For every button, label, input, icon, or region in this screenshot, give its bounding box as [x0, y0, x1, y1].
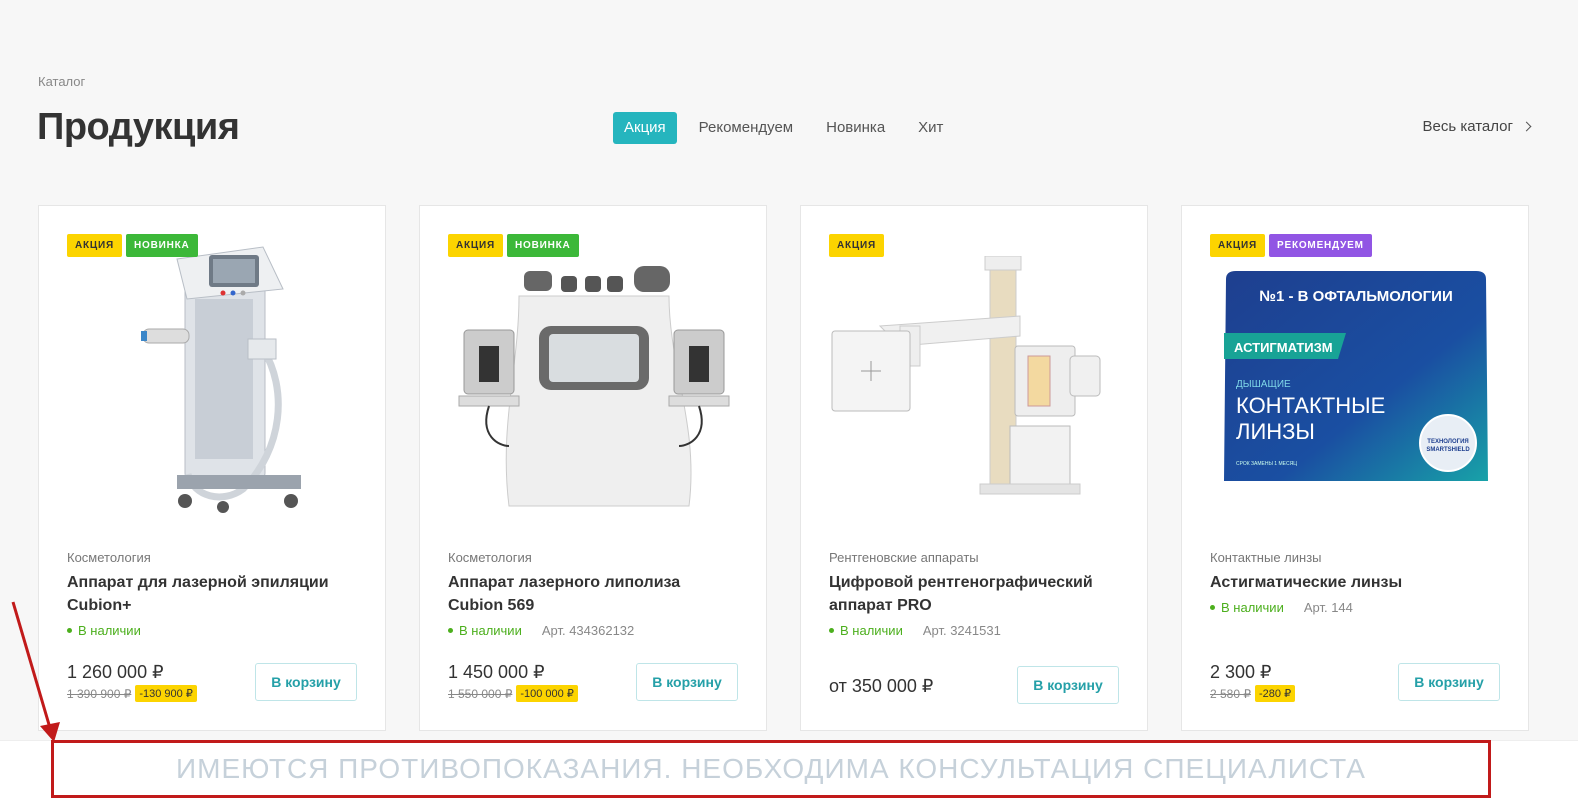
badge-new: Новинка	[126, 234, 198, 257]
stock-status: В наличии	[448, 623, 522, 638]
badge-sale: Акция	[1210, 234, 1266, 257]
stock-dot-icon	[448, 628, 453, 633]
box-small-text: ДЫШАЩИЕ	[1236, 379, 1291, 390]
add-to-cart-button[interactable]: В корзину	[636, 663, 738, 701]
discount-badge: -100 000 ₽	[516, 685, 578, 702]
stock-dot-icon	[67, 628, 72, 633]
tab-sale[interactable]: Акция	[613, 112, 677, 144]
product-card[interactable]: Акция Рекомендуем №1 - В ОФТАЛЬМОЛОГИИ А…	[1181, 205, 1529, 731]
old-price: 1 390 900 ₽	[67, 686, 132, 701]
tab-hit[interactable]: Хит	[907, 112, 954, 144]
product-image[interactable]	[821, 236, 1129, 526]
chevron-right-icon	[1521, 121, 1532, 132]
add-to-cart-button[interactable]: В корзину	[1398, 663, 1500, 701]
badge-group: Акция	[829, 234, 885, 257]
tab-recommended[interactable]: Рекомендуем	[688, 112, 804, 144]
old-price: 1 550 000 ₽	[448, 686, 513, 701]
stock-label: В наличии	[840, 623, 903, 638]
product-title[interactable]: Цифровой рентгенографический аппарат PRO	[829, 571, 1119, 617]
product-category: Рентгеновские аппараты	[829, 550, 979, 565]
page-title: Продукция	[37, 106, 240, 148]
stock-row: В наличии Арт. 144	[1210, 600, 1353, 615]
all-catalog-link[interactable]: Весь каталог	[1422, 118, 1532, 135]
product-price: 1 260 000 ₽	[67, 662, 164, 682]
stock-dot-icon	[1210, 605, 1215, 610]
badge-sale: Акция	[829, 234, 885, 257]
badge-group: Акция Новинка	[448, 234, 579, 257]
stock-label: В наличии	[459, 623, 522, 638]
product-image[interactable]: №1 - В ОФТАЛЬМОЛОГИИ АСТИГМАТИЗМ ДЫШАЩИЕ…	[1202, 236, 1510, 526]
product-list: Акция Новинка Кос	[38, 205, 1529, 731]
product-title[interactable]: Астигматические линзы	[1210, 571, 1500, 594]
product-category: Контактные линзы	[1210, 550, 1322, 565]
product-title[interactable]: Аппарат лазерного липолиза Cubion 569	[448, 571, 738, 617]
laser-epilation-machine-icon	[141, 245, 301, 513]
box-big-text-1: КОНТАКТНЫЕ	[1236, 393, 1385, 418]
stock-label: В наличии	[1221, 600, 1284, 615]
badge-group: Акция Новинка	[67, 234, 198, 257]
stock-row: В наличии Арт. 3241531	[829, 623, 1001, 638]
product-sku: Арт. 144	[1303, 600, 1353, 615]
badge-recommended: Рекомендуем	[1269, 234, 1372, 257]
old-price-row: 1 390 900 ₽ -130 900 ₽	[67, 685, 197, 702]
product-title[interactable]: Аппарат для лазерной эпиляции Cubion+	[67, 571, 357, 617]
discount-badge: -280 ₽	[1255, 685, 1296, 702]
product-card[interactable]: Акция Рентгеновские аппараты Цифровой ре…	[800, 205, 1148, 731]
product-price: 1 450 000 ₽	[448, 662, 545, 682]
stock-status: В наличии	[67, 623, 141, 638]
filter-tabs: Акция Рекомендуем Новинка Хит	[613, 112, 965, 144]
badge-sale: Акция	[67, 234, 123, 257]
lipolysis-machine-icon	[458, 266, 730, 507]
box-seal-text-2: SMARTSHIELD	[1426, 447, 1470, 453]
product-sku: Арт. 3241531	[922, 623, 1001, 638]
box-strip-text: АСТИГМАТИЗМ	[1234, 340, 1333, 355]
product-category: Косметология	[67, 550, 151, 565]
x-ray-machine-icon	[831, 256, 1101, 495]
stock-dot-icon	[829, 628, 834, 633]
box-top-text: №1 - В ОФТАЛЬМОЛОГИИ	[1259, 288, 1453, 305]
add-to-cart-button[interactable]: В корзину	[255, 663, 357, 701]
badge-group: Акция Рекомендуем	[1210, 234, 1372, 257]
stock-status: В наличии	[1210, 600, 1284, 615]
all-catalog-label: Весь каталог	[1422, 118, 1513, 135]
product-image[interactable]	[440, 236, 748, 526]
old-price: 2 580 ₽	[1210, 686, 1251, 701]
product-price: от 350 000 ₽	[829, 676, 934, 696]
badge-new: Новинка	[507, 234, 579, 257]
badge-sale: Акция	[448, 234, 504, 257]
stock-status: В наличии	[829, 623, 903, 638]
product-card[interactable]: Акция Новинка Кос	[419, 205, 767, 731]
discount-badge: -130 900 ₽	[135, 685, 197, 702]
box-foot-text: СРОК ЗАМЕНЫ 1 МЕСЯЦ	[1236, 461, 1297, 467]
stock-label: В наличии	[78, 623, 141, 638]
product-card[interactable]: Акция Новинка Кос	[38, 205, 386, 731]
product-price: 2 300 ₽	[1210, 662, 1272, 682]
stock-row: В наличии	[67, 623, 141, 638]
box-seal-text-1: ТЕХНОЛОГИЯ	[1427, 439, 1468, 445]
product-image[interactable]	[59, 236, 367, 526]
add-to-cart-button[interactable]: В корзину	[1017, 666, 1119, 704]
old-price-row: 1 550 000 ₽ -100 000 ₽	[448, 685, 578, 702]
box-big-text-2: ЛИНЗЫ	[1236, 419, 1315, 444]
contact-lens-box-icon: №1 - В ОФТАЛЬМОЛОГИИ АСТИГМАТИЗМ ДЫШАЩИЕ…	[1224, 271, 1488, 481]
product-category: Косметология	[448, 550, 532, 565]
tab-new[interactable]: Новинка	[815, 112, 896, 144]
product-sku: Арт. 434362132	[541, 623, 635, 638]
breadcrumb[interactable]: Каталог	[38, 74, 85, 89]
old-price-row: 2 580 ₽ -280 ₽	[1210, 685, 1296, 702]
warning-text: ИМЕЮТСЯ ПРОТИВОПОКАЗАНИЯ. НЕОБХОДИМА КОН…	[176, 753, 1366, 784]
stock-row: В наличии Арт. 434362132	[448, 623, 634, 638]
contraindication-warning: ИМЕЮТСЯ ПРОТИВОПОКАЗАНИЯ. НЕОБХОДИМА КОН…	[51, 740, 1491, 798]
